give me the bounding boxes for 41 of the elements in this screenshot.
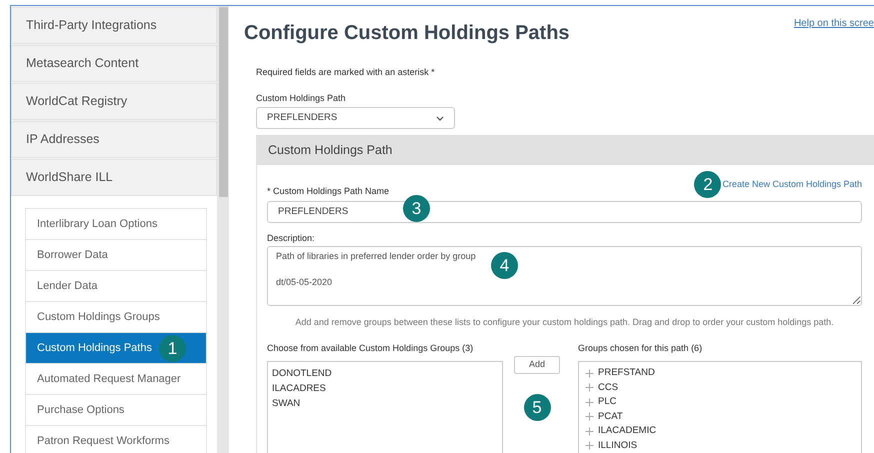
page-title: Configure Custom Holdings Paths xyxy=(244,21,570,46)
create-link[interactable]: Create New Custom Holdings Path xyxy=(722,178,862,192)
add-button[interactable]: Add xyxy=(514,356,560,374)
drag-handle-icon xyxy=(585,368,594,378)
list-item[interactable]: SWAN xyxy=(272,396,498,411)
field-label: Description: xyxy=(267,232,316,245)
list-item[interactable]: CCS xyxy=(598,380,618,395)
required-note: Required fields are marked with an asterisk * xyxy=(256,66,436,79)
list-label: Choose from available Custom Holdings Groups (3) xyxy=(267,342,474,355)
help-link[interactable]: Help on this scree xyxy=(794,16,874,31)
list-item[interactable]: ILACADEMIC xyxy=(598,424,656,438)
scrollbar[interactable] xyxy=(217,6,229,453)
sidebar-section[interactable]: Third-Party Integrations xyxy=(11,7,217,44)
drag-handle-icon xyxy=(585,398,594,407)
list-item[interactable]: PREFSTAND xyxy=(598,366,655,380)
drag-handle-icon xyxy=(585,441,594,450)
drag-handle-icon xyxy=(585,412,594,422)
callout-number: 5 xyxy=(524,394,550,420)
callout-number: 2 xyxy=(694,171,722,198)
sidebar-section[interactable]: Metasearch Content xyxy=(11,45,217,82)
list-item[interactable]: DONOTLEND xyxy=(272,366,498,381)
sidebar-section[interactable]: WorldCat Registry xyxy=(11,83,217,120)
list-item[interactable]: ILACADRES xyxy=(272,381,498,396)
list-label: Groups chosen for this path (6) xyxy=(578,342,704,355)
drag-handle-icon xyxy=(585,426,594,436)
sidebar-section[interactable]: IP Addresses xyxy=(11,121,217,158)
callout-number: 1 xyxy=(159,335,186,362)
sidebar-section[interactable]: WorldShare ILL xyxy=(11,159,217,196)
list-item[interactable]: PCAT xyxy=(598,410,623,424)
field-label: * Custom Holdings Path Name xyxy=(267,184,390,198)
callout-number: 4 xyxy=(491,252,518,279)
instructions: Add and remove groups between these lists to configure your custom holdings path. Drag and drop to order your custom holdings path. xyxy=(294,316,835,329)
sidebar-item[interactable]: Custom Holdings Paths 1 xyxy=(26,333,206,364)
list-item[interactable]: PLC xyxy=(598,395,616,410)
path-select[interactable]: PREFLENDERS xyxy=(256,107,455,129)
drag-handle-icon xyxy=(585,383,594,392)
panel-header: Custom Holdings Path xyxy=(256,135,874,165)
list-item[interactable]: ILLINOIS xyxy=(598,438,638,453)
callout-number: 3 xyxy=(403,195,430,222)
chevron-down-icon xyxy=(436,116,444,120)
field-label: Custom Holdings Path xyxy=(256,92,347,105)
